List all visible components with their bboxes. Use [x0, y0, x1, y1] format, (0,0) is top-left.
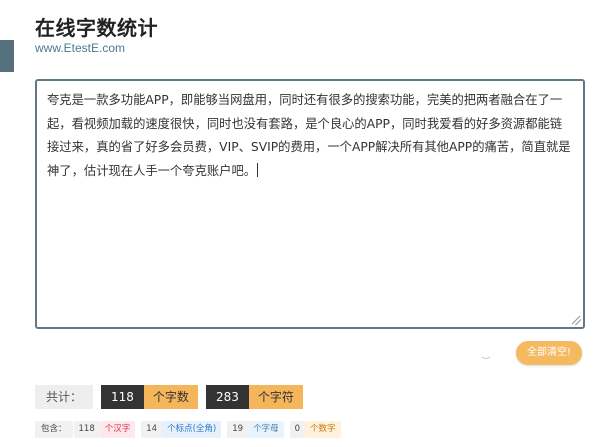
- text-input-area[interactable]: 夸克是一款多功能APP，即能够当网盘用，同时还有很多的搜索功能，完美的把两者融合…: [35, 79, 585, 329]
- char-count-unit: 个字数: [143, 385, 198, 409]
- symbol-count-unit: 个字符: [248, 385, 303, 409]
- punct-count-unit: 个标点(全角): [162, 421, 222, 438]
- han-count-value: 118: [73, 421, 100, 438]
- letter-count-value: 19: [227, 421, 249, 438]
- total-label: 共计：: [35, 385, 94, 409]
- clear-all-button[interactable]: 全部清空!: [516, 341, 582, 365]
- symbol-count-value: 283: [205, 385, 249, 409]
- loading-spinner-icon: [480, 347, 492, 359]
- site-url[interactable]: www.EtestE.com: [35, 41, 125, 55]
- summary-row: 共计： 118 个字数 283 个字符: [35, 385, 303, 409]
- text-caret: [257, 163, 259, 177]
- editor-text: 夸克是一款多功能APP，即能够当网盘用，同时还有很多的搜索功能，完美的把两者融合…: [47, 93, 571, 178]
- char-count-value: 118: [101, 385, 144, 409]
- han-count-unit: 个汉字: [99, 421, 136, 438]
- detail-label: 包含：: [35, 421, 73, 438]
- punct-count-value: 14: [141, 421, 163, 438]
- page-title: 在线字数统计: [35, 16, 158, 40]
- resize-handle-icon[interactable]: [572, 316, 581, 325]
- digit-count-unit: 个数字: [305, 421, 341, 438]
- digit-count-value: 0: [289, 421, 305, 438]
- letter-count-unit: 个字母: [248, 421, 284, 438]
- left-accent-bar: [0, 40, 14, 72]
- detail-row: 包含： 118 个汉字 14 个标点(全角) 19 个字母 0 个数字: [35, 421, 341, 438]
